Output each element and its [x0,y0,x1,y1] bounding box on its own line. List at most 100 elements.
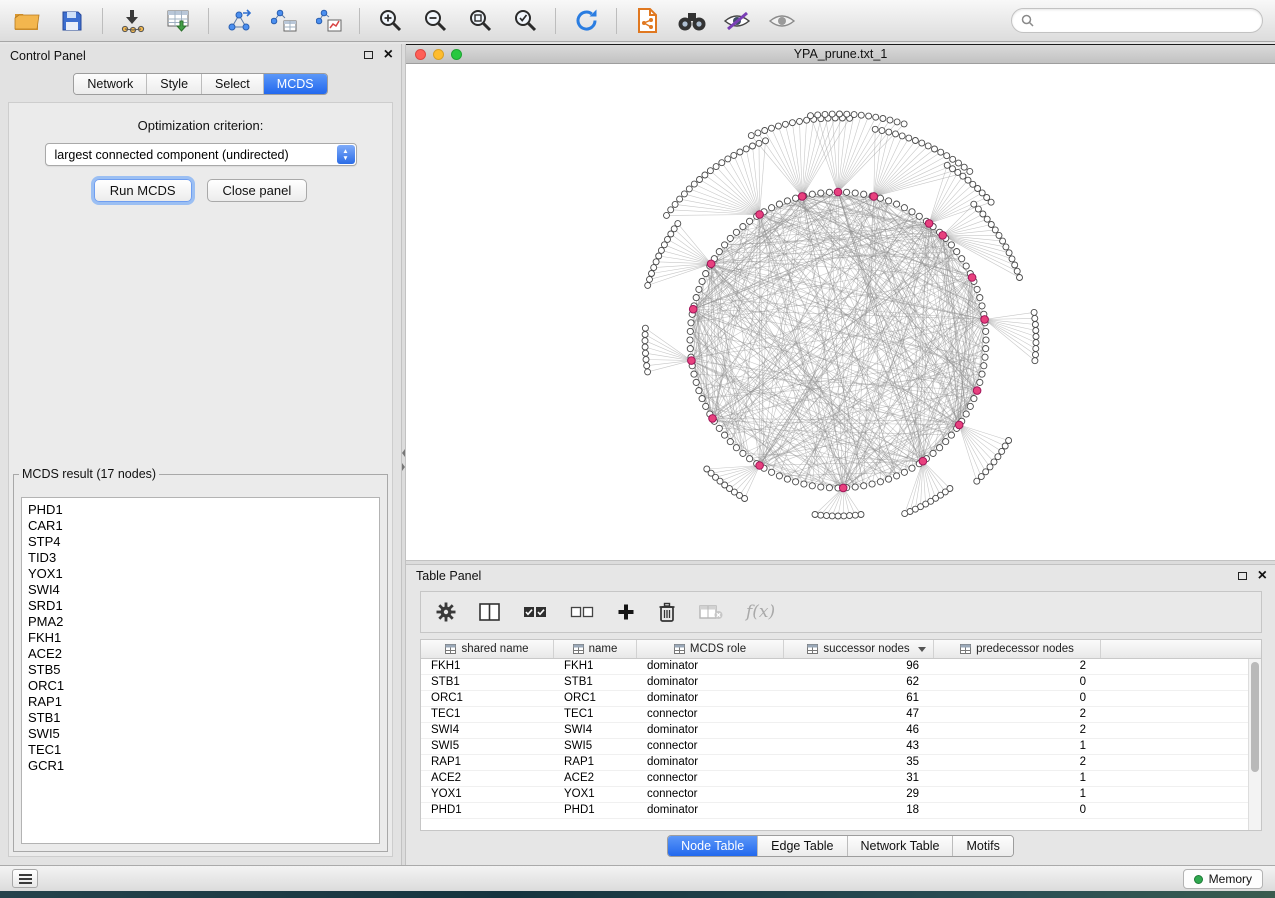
zoom-in-icon[interactable] [375,6,405,36]
import-network-icon[interactable] [118,6,148,36]
network-graph[interactable] [406,64,1275,560]
cell-successor-nodes: 43 [784,739,934,754]
cell-name: SWI5 [554,739,637,754]
table-row[interactable]: ORC1ORC1dominator610 [421,691,1261,707]
status-menu-button[interactable] [12,869,38,888]
mcds-result-item[interactable]: ACE2 [22,646,379,662]
open-file-icon[interactable] [12,6,42,36]
cell-MCDS-role: connector [637,707,784,722]
refresh-icon[interactable] [571,6,601,36]
search-network-binoculars-icon[interactable] [677,6,707,36]
float-panel-icon[interactable] [1238,572,1247,580]
delete-column-trash-icon[interactable] [658,602,676,622]
table-row[interactable]: YOX1YOX1connector291 [421,787,1261,803]
column-header-successor-nodes[interactable]: successor nodes [784,640,934,658]
show-details-eye-icon[interactable] [767,6,797,36]
network-window-titlebar[interactable]: YPA_prune.txt_1 [406,45,1275,64]
deselect-all-rows-icon[interactable] [570,603,594,621]
zoom-fit-icon[interactable] [465,6,495,36]
column-header-MCDS-role[interactable]: MCDS role [637,640,784,658]
table-scrollbar[interactable] [1248,659,1261,830]
mcds-result-list[interactable]: PHD1CAR1STP4TID3YOX1SWI4SRD1PMA2FKH1ACE2… [21,497,380,844]
dropdown-stepper-icon: ▲▼ [337,145,355,164]
table-row[interactable]: TEC1TEC1connector472 [421,707,1261,723]
table-row[interactable]: SWI5SWI5connector431 [421,739,1261,755]
hide-details-eye-slash-icon[interactable] [722,6,752,36]
new-network-icon[interactable] [224,6,254,36]
mcds-result-item[interactable]: PHD1 [22,502,379,518]
zoom-out-icon[interactable] [420,6,450,36]
mcds-result-item[interactable]: GCR1 [22,758,379,774]
window-zoom-button[interactable] [451,49,462,60]
memory-button[interactable]: Memory [1183,869,1263,889]
scrollbar-thumb[interactable] [1251,662,1259,772]
run-mcds-button[interactable]: Run MCDS [94,179,192,202]
mcds-result-item[interactable]: TEC1 [22,742,379,758]
mcds-result-item[interactable]: CAR1 [22,518,379,534]
table-toolbar: f(x) [420,591,1262,633]
column-header-name[interactable]: name [554,640,637,658]
search-input[interactable] [1040,14,1253,28]
cell-shared-name: FKH1 [421,659,554,674]
share-document-icon[interactable] [632,6,662,36]
mcds-result-item[interactable]: STB5 [22,662,379,678]
cell-successor-nodes: 61 [784,691,934,706]
tab-edge-table[interactable]: Edge Table [757,836,846,856]
close-panel-icon[interactable]: × [384,49,393,61]
table-row[interactable]: RAP1RAP1dominator352 [421,755,1261,771]
tab-style[interactable]: Style [146,74,201,94]
column-header-shared-name[interactable]: shared name [421,640,554,658]
table-row[interactable]: STB1STB1dominator620 [421,675,1261,691]
network-canvas[interactable] [406,64,1275,560]
mcds-result-item[interactable]: YOX1 [22,566,379,582]
sort-chevron-icon[interactable] [918,647,926,652]
zoom-selected-icon[interactable] [510,6,540,36]
add-column-icon[interactable] [617,603,635,621]
mcds-result-item[interactable]: SWI4 [22,582,379,598]
cell-MCDS-role: dominator [637,691,784,706]
window-minimize-button[interactable] [433,49,444,60]
import-table-icon[interactable] [163,6,193,36]
cell-MCDS-role: connector [637,771,784,786]
close-panel-button[interactable]: Close panel [207,179,308,202]
show-columns-icon[interactable] [479,603,500,621]
table-row[interactable]: FKH1FKH1dominator962 [421,659,1261,675]
save-icon[interactable] [57,6,87,36]
cell-predecessor-nodes: 0 [934,803,1101,818]
select-all-rows-icon[interactable] [523,603,547,621]
column-header-label: shared name [461,643,528,655]
network-to-chart-icon[interactable] [314,6,344,36]
column-header-predecessor-nodes[interactable]: predecessor nodes [934,640,1101,658]
mcds-result-item[interactable]: RAP1 [22,694,379,710]
search-box[interactable] [1011,8,1263,33]
cell-successor-nodes: 47 [784,707,934,722]
splitter-handle-icon[interactable] [402,449,405,471]
tab-motifs[interactable]: Motifs [952,836,1012,856]
mcds-result-item[interactable]: STB1 [22,710,379,726]
mcds-result-item[interactable]: FKH1 [22,630,379,646]
window-close-button[interactable] [415,49,426,60]
tab-network[interactable]: Network [74,74,146,94]
criterion-dropdown[interactable]: largest connected component (undirected)… [45,143,357,166]
close-panel-icon[interactable]: × [1258,570,1267,582]
float-panel-icon[interactable] [364,51,373,59]
cell-MCDS-role: dominator [637,723,784,738]
mcds-result-item[interactable]: SWI5 [22,726,379,742]
mcds-result-item[interactable]: TID3 [22,550,379,566]
mcds-result-item[interactable]: PMA2 [22,614,379,630]
network-to-table-icon[interactable] [269,6,299,36]
cell-MCDS-role: dominator [637,755,784,770]
cell-predecessor-nodes: 1 [934,771,1101,786]
table-row[interactable]: ACE2ACE2connector311 [421,771,1261,787]
tab-select[interactable]: Select [201,74,263,94]
table-row[interactable]: SWI4SWI4dominator462 [421,723,1261,739]
mcds-result-item[interactable]: SRD1 [22,598,379,614]
mcds-result-item[interactable]: ORC1 [22,678,379,694]
tab-mcds[interactable]: MCDS [263,74,327,94]
search-icon [1021,14,1034,27]
table-row[interactable]: PHD1PHD1dominator180 [421,803,1261,819]
mcds-result-item[interactable]: STP4 [22,534,379,550]
table-settings-gear-icon[interactable] [436,602,456,622]
tab-network-table[interactable]: Network Table [847,836,953,856]
tab-node-table[interactable]: Node Table [668,836,757,856]
